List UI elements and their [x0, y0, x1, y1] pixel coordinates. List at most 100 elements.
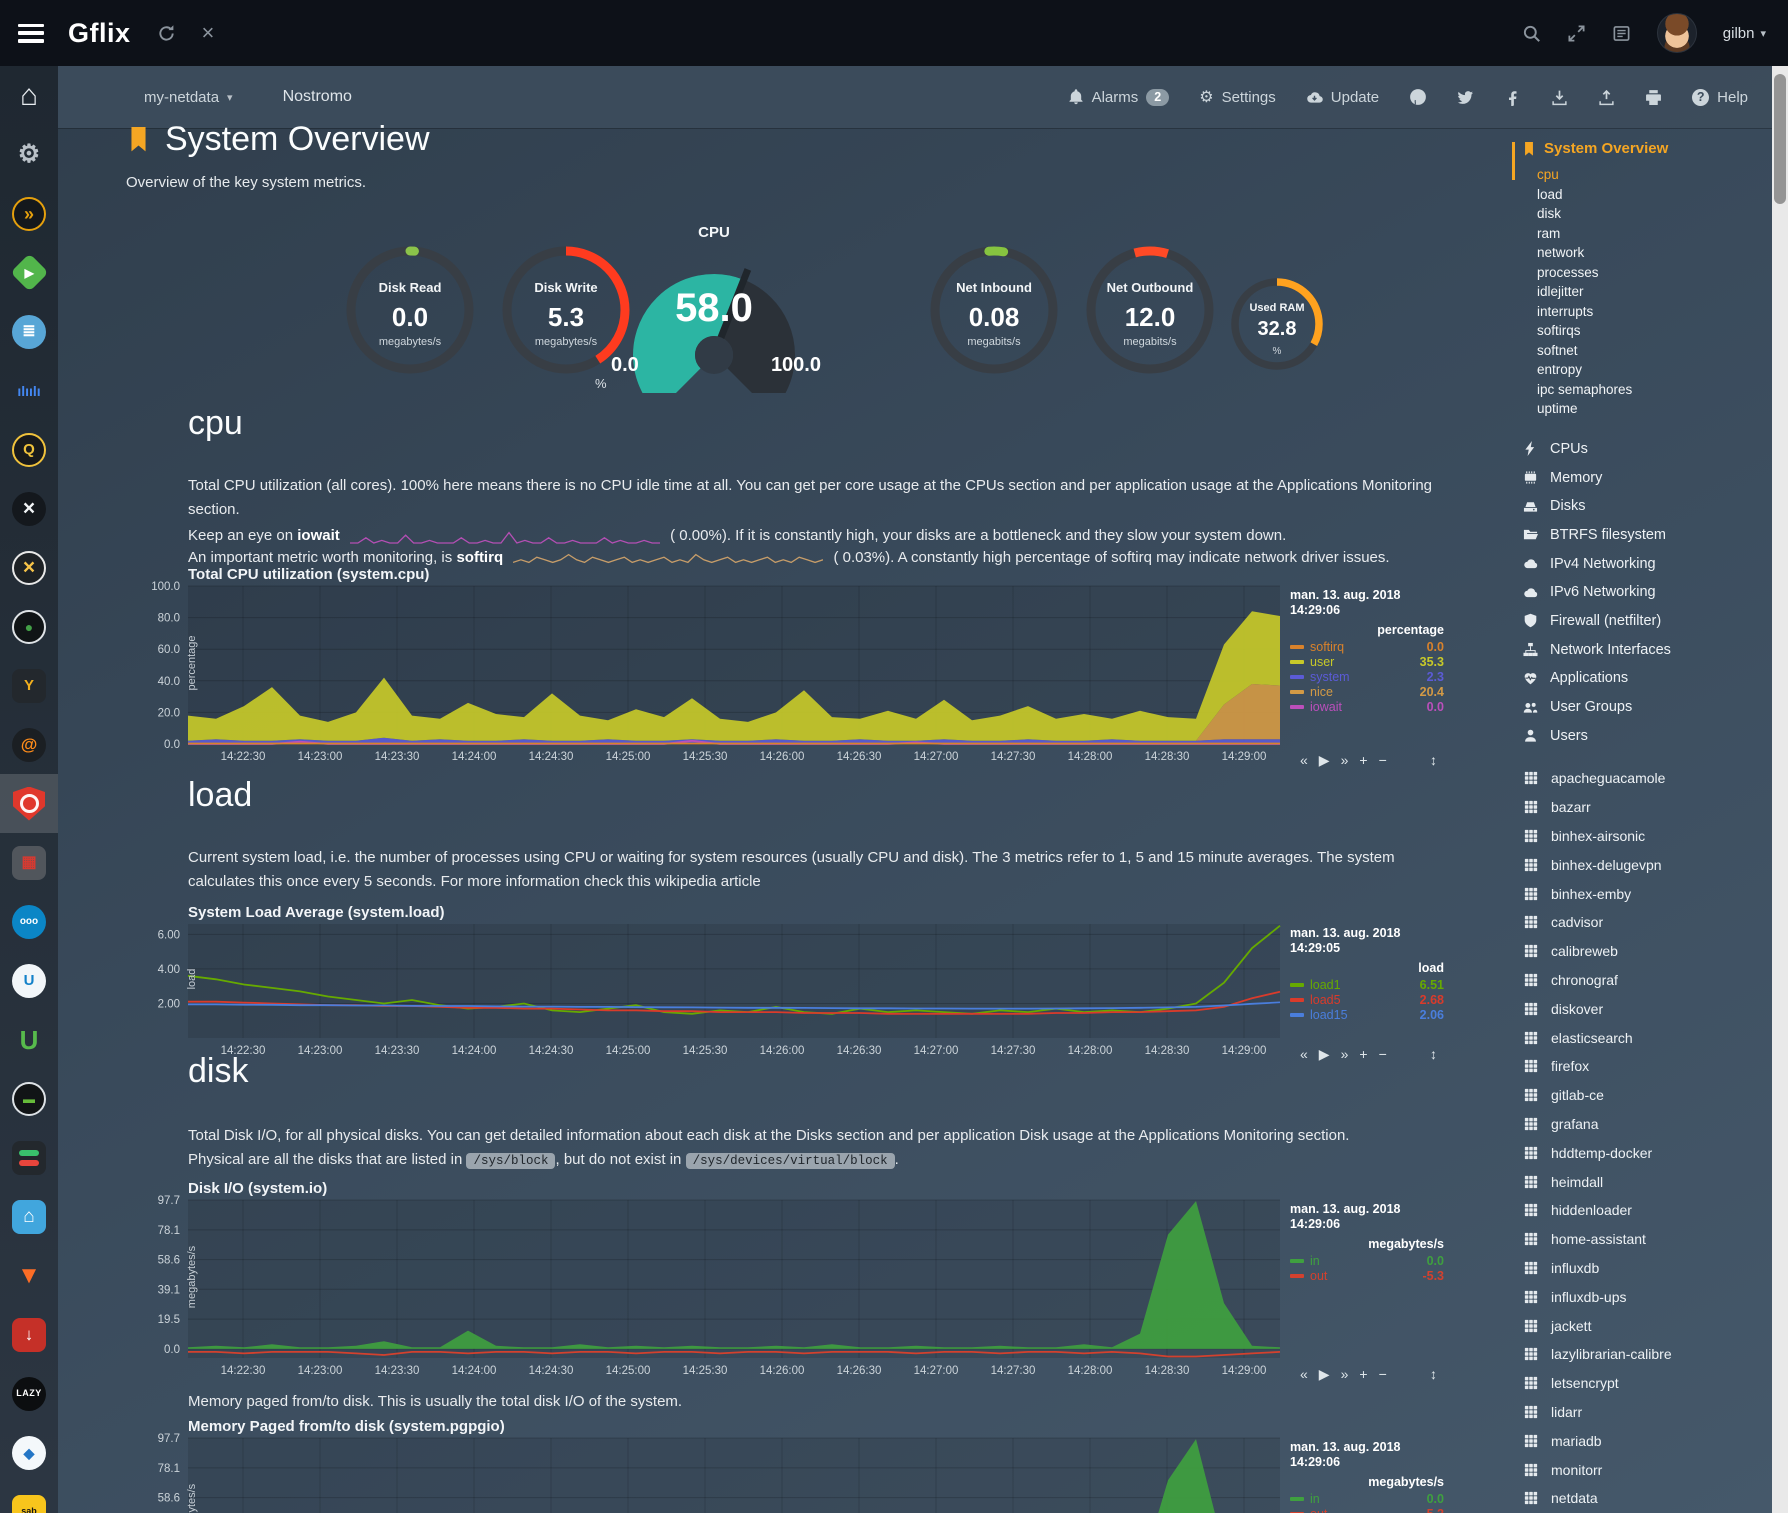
chart-load[interactable]: System Load Average (system.load)2.004.0…	[188, 904, 1444, 1060]
menu-app-binhex-delugevpn[interactable]: binhex-delugevpn	[1522, 850, 1772, 879]
menu-app-apacheguacamole[interactable]: apacheguacamole	[1522, 764, 1772, 793]
chart-tool-zoom-out[interactable]: −	[1379, 1046, 1387, 1063]
legend-row-system[interactable]: system2.3	[1290, 669, 1444, 684]
sidebar-app-monitorr[interactable]	[0, 1128, 58, 1187]
sidebar-app-netdata[interactable]	[0, 774, 58, 833]
legend-row-out[interactable]: out-5.3	[1290, 1268, 1444, 1283]
legend-row-user[interactable]: user35.3	[1290, 654, 1444, 669]
chart-tool-zoom-in[interactable]: +	[1359, 752, 1367, 769]
sidebar-app-home[interactable]: ⌂	[0, 66, 58, 125]
chart-legend[interactable]: man. 13. aug. 201814:29:05loadload16.51l…	[1290, 926, 1444, 1022]
gauge-net-inbound[interactable]: Net Inbound0.08megabits/s	[928, 244, 1060, 376]
menu-app-binhex-airsonic[interactable]: binhex-airsonic	[1522, 822, 1772, 851]
menu-group-memory[interactable]: Memory	[1522, 463, 1772, 492]
menu-item-softirqs[interactable]: softirqs	[1537, 323, 1772, 343]
menu-item-disk[interactable]: disk	[1537, 206, 1772, 226]
server-menu[interactable]: my-netdata▾	[144, 89, 233, 106]
menu-app-heimdall[interactable]: heimdall	[1522, 1167, 1772, 1196]
sidebar-app-home-assistant[interactable]: ⌂	[0, 1187, 58, 1246]
legend-row-softirq[interactable]: softirq0.0	[1290, 639, 1444, 654]
menu-group-ipv6-networking[interactable]: IPv6 Networking	[1522, 578, 1772, 607]
menu-app-elasticsearch[interactable]: elasticsearch	[1522, 1023, 1772, 1052]
chart-legend[interactable]: man. 13. aug. 201814:29:06megabytes/sin0…	[1290, 1440, 1444, 1513]
menu-group-ipv4-networking[interactable]: IPv4 Networking	[1522, 549, 1772, 578]
expand-icon[interactable]	[1567, 24, 1586, 43]
chart-tool-pan-left[interactable]: «	[1300, 1366, 1308, 1383]
menu-app-lidarr[interactable]: lidarr	[1522, 1398, 1772, 1427]
menu-app-mariadb[interactable]: mariadb	[1522, 1426, 1772, 1455]
chart-pgpgio[interactable]: Memory Paged from/to disk (system.pgpgio…	[188, 1418, 1444, 1513]
menu-app-gitlab-ce[interactable]: gitlab-ce	[1522, 1081, 1772, 1110]
menu-group-users[interactable]: Users	[1522, 721, 1772, 750]
chart-resize-handle[interactable]: ↕	[1430, 752, 1437, 768]
menu-app-home-assistant[interactable]: home-assistant	[1522, 1225, 1772, 1254]
github-icon[interactable]	[1409, 88, 1427, 106]
sidebar-app-jackett[interactable]: Q	[0, 420, 58, 479]
chart-legend[interactable]: man. 13. aug. 201814:29:06percentagesoft…	[1290, 588, 1444, 714]
alarms-button[interactable]: Alarms 2	[1068, 89, 1170, 106]
sidebar-app-lazylibrarian[interactable]: LAZY	[0, 1364, 58, 1423]
menu-app-calibreweb[interactable]: calibreweb	[1522, 937, 1772, 966]
legend-row-in[interactable]: in0.0	[1290, 1253, 1444, 1268]
chart-disk-io[interactable]: Disk I/O (system.io)0.019.539.158.678.19…	[188, 1180, 1444, 1380]
menu-app-hddtemp-docker[interactable]: hddtemp-docker	[1522, 1138, 1772, 1167]
softirq-sparkline[interactable]	[513, 550, 823, 567]
sidebar-app-minio[interactable]: ▦	[0, 833, 58, 892]
scrollbar-thumb[interactable]	[1774, 74, 1786, 204]
menu-group-btrfs-filesystem[interactable]: BTRFS filesystem	[1522, 521, 1772, 550]
refresh-icon[interactable]	[157, 24, 176, 43]
changelog-icon[interactable]	[1612, 24, 1631, 43]
menu-group-cpus[interactable]: CPUs	[1522, 435, 1772, 464]
sidebar-app-plex[interactable]: »	[0, 184, 58, 243]
sidebar-app-deluge[interactable]: ◆	[0, 1423, 58, 1482]
sidebar-app-unifi[interactable]: U	[0, 951, 58, 1010]
menu-group-user-groups[interactable]: User Groups	[1522, 693, 1772, 722]
search-icon[interactable]	[1522, 24, 1541, 43]
menu-app-influxdb-ups[interactable]: influxdb-ups	[1522, 1282, 1772, 1311]
gauge-used-ram[interactable]: Used RAM32.8%	[1229, 276, 1325, 372]
menu-app-firefox[interactable]: firefox	[1522, 1052, 1772, 1081]
chart-legend[interactable]: man. 13. aug. 201814:29:06megabytes/sin0…	[1290, 1202, 1444, 1283]
sidebar-app-sabnzbd[interactable]: sab	[0, 1482, 58, 1513]
menu-item-entropy[interactable]: entropy	[1537, 362, 1772, 382]
sidebar-app-diskover[interactable]: Y	[0, 656, 58, 715]
chart-tool-zoom-in[interactable]: +	[1359, 1046, 1367, 1063]
sidebar-app-gitlab[interactable]: ▼	[0, 1246, 58, 1305]
menu-app-lazylibrarian-calibre[interactable]: lazylibrarian-calibre	[1522, 1340, 1772, 1369]
download-icon[interactable]	[1551, 89, 1568, 106]
menu-app-bazarr[interactable]: bazarr	[1522, 793, 1772, 822]
legend-row-iowait[interactable]: iowait0.0	[1290, 699, 1444, 714]
user-menu[interactable]: gilbn ▾	[1723, 25, 1766, 42]
legend-row-load5[interactable]: load52.68	[1290, 992, 1444, 1007]
menu-item-cpu[interactable]: cpu	[1537, 167, 1772, 187]
sidebar-app-grafana[interactable]: @	[0, 715, 58, 774]
gauge-cpu[interactable]: CPU58.00.0100.0%	[603, 224, 825, 394]
menu-app-netdata[interactable]: netdata	[1522, 1484, 1772, 1513]
chart-tool-pan-left[interactable]: «	[1300, 752, 1308, 769]
chart-tool-play[interactable]: ▶	[1319, 1046, 1330, 1063]
gauge-net-outbound[interactable]: Net Outbound12.0megabits/s	[1084, 244, 1216, 376]
chart-tool-zoom-out[interactable]: −	[1379, 752, 1387, 769]
chart-tool-pan-right[interactable]: »	[1341, 1046, 1349, 1063]
upload-icon[interactable]	[1598, 89, 1615, 106]
menu-app-grafana[interactable]: grafana	[1522, 1110, 1772, 1139]
menu-item-idlejitter[interactable]: idlejitter	[1537, 284, 1772, 304]
sidebar-app-sonarr[interactable]: ×	[0, 538, 58, 597]
menu-app-hiddenloader[interactable]: hiddenloader	[1522, 1196, 1772, 1225]
menu-item-processes[interactable]: processes	[1537, 265, 1772, 285]
chart-tool-zoom-out[interactable]: −	[1379, 1366, 1387, 1383]
gauge-disk-read[interactable]: Disk Read0.0megabytes/s	[344, 244, 476, 376]
sidebar-app-emby[interactable]: ▶	[0, 243, 58, 302]
sidebar-app-radarr[interactable]: ×	[0, 479, 58, 538]
menu-group-firewall-netfilter-[interactable]: Firewall (netfilter)	[1522, 607, 1772, 636]
app-title[interactable]: Gflix	[68, 18, 131, 49]
twitter-icon[interactable]	[1457, 89, 1474, 106]
sidebar-app-youtube-dl[interactable]: ↓	[0, 1305, 58, 1364]
chart-tool-play[interactable]: ▶	[1319, 752, 1330, 769]
menu-app-diskover[interactable]: diskover	[1522, 994, 1772, 1023]
chart-resize-handle[interactable]: ↕	[1430, 1366, 1437, 1382]
chart-resize-handle[interactable]: ↕	[1430, 1046, 1437, 1062]
help-button[interactable]: ? Help	[1692, 89, 1748, 106]
menu-group-applications[interactable]: Applications	[1522, 664, 1772, 693]
menu-icon[interactable]	[18, 24, 44, 43]
